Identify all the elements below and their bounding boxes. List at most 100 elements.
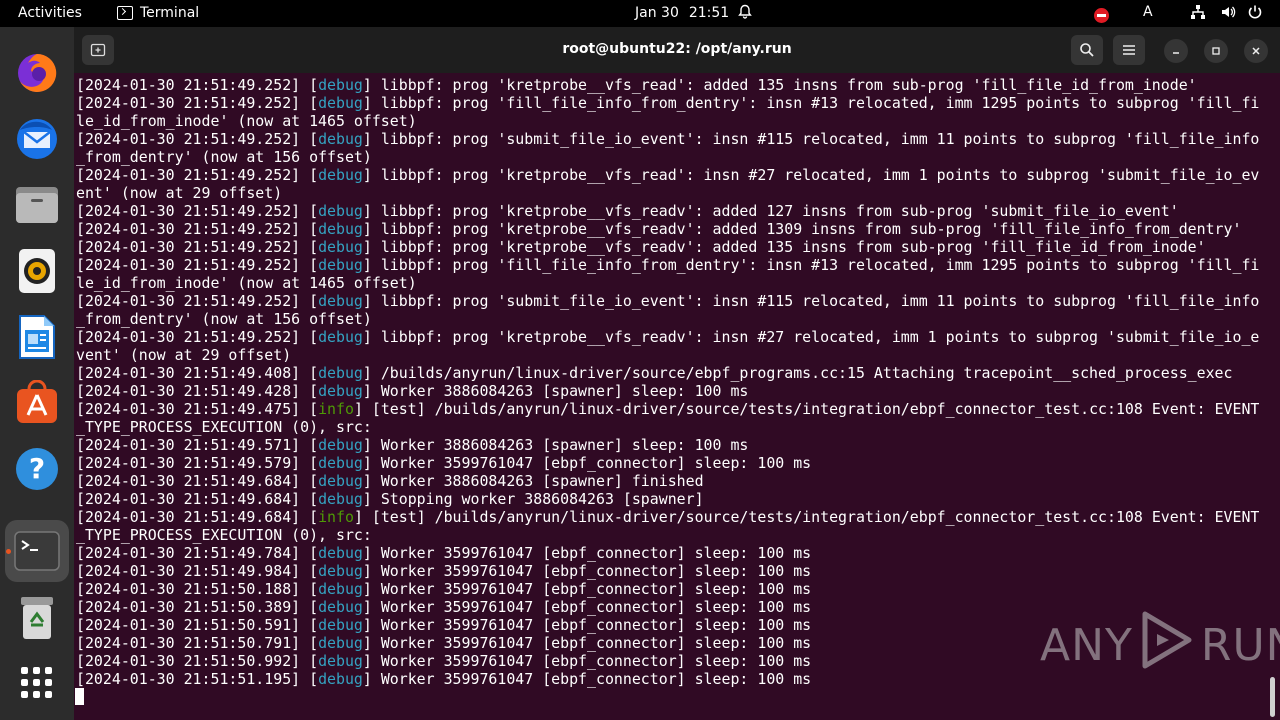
log-message: _TYPE_PROCESS_EXECUTION (0), src:	[76, 526, 372, 544]
log-message: Worker 3599761047 [ebpf_connector] sleep…	[371, 634, 812, 652]
log-message: Worker 3599761047 [ebpf_connector] sleep…	[371, 562, 812, 580]
log-level: debug	[318, 436, 363, 454]
svg-text:?: ?	[29, 452, 45, 485]
files-icon[interactable]	[5, 174, 69, 236]
log-timestamp: [2024-01-30 21:51:50.791]	[76, 634, 301, 652]
log-level: debug	[318, 652, 363, 670]
title-bar[interactable]: root@ubuntu22: /opt/any.run	[74, 27, 1280, 73]
help-icon[interactable]: ?	[5, 438, 69, 500]
log-timestamp: [2024-01-30 21:51:49.684]	[76, 472, 301, 490]
log-level: debug	[318, 616, 363, 634]
rhythmbox-icon[interactable]	[5, 240, 69, 302]
menu-button[interactable]	[1113, 35, 1145, 65]
log-message: Worker 3886084263 [spawner] sleep: 100 m…	[371, 382, 749, 400]
log-level: debug	[318, 472, 363, 490]
log-message: Worker 3599761047 [ebpf_connector] sleep…	[371, 544, 812, 562]
show-apps-icon[interactable]	[5, 652, 69, 714]
log-message: Stopping worker 3886084263 [spawner]	[371, 490, 704, 508]
top-bar: Activities Terminal Jan 30 21:51 A	[0, 0, 1280, 27]
log-timestamp: [2024-01-30 21:51:49.252]	[76, 76, 301, 94]
log-timestamp: [2024-01-30 21:51:49.252]	[76, 256, 301, 274]
volume-icon[interactable]	[1220, 4, 1236, 24]
log-level: debug	[318, 94, 363, 112]
input-source-indicator[interactable]: A	[1143, 4, 1153, 20]
clock[interactable]: Jan 30 21:51	[635, 5, 729, 21]
app-menu-label: Terminal	[140, 5, 200, 21]
log-level: debug	[318, 364, 363, 382]
activities-button[interactable]: Activities	[18, 5, 82, 21]
terminal-line: le_id_from_inode' (now at 1465 offset)	[76, 274, 1266, 292]
search-icon	[1080, 43, 1094, 57]
log-timestamp: [2024-01-30 21:51:49.252]	[76, 220, 301, 238]
terminal-line: [2024-01-30 21:51:49.684] [info] [test] …	[76, 508, 1260, 526]
terminal-line: _TYPE_PROCESS_EXECUTION (0), src:	[76, 526, 1266, 544]
power-icon[interactable]	[1247, 4, 1263, 24]
log-message: Worker 3886084263 [spawner] sleep: 100 m…	[371, 436, 749, 454]
log-message: _TYPE_PROCESS_EXECUTION (0), src:	[76, 418, 372, 436]
log-message: libbpf: prog 'kretprobe__vfs_readv': add…	[371, 220, 1242, 238]
log-message: libbpf: prog 'fill_file_info_from_dentry…	[371, 94, 1260, 112]
maximize-button[interactable]	[1204, 39, 1228, 63]
terminal-line: _from_dentry' (now at 156 offset)	[76, 148, 1266, 166]
terminal-line: [2024-01-30 21:51:49.252] [debug] libbpf…	[76, 238, 1206, 256]
log-timestamp: [2024-01-30 21:51:50.992]	[76, 652, 301, 670]
log-timestamp: [2024-01-30 21:51:49.684]	[76, 490, 301, 508]
log-message: le_id_from_inode' (now at 1465 offset)	[76, 112, 417, 130]
close-button[interactable]	[1244, 39, 1268, 63]
log-message: Worker 3886084263 [spawner] finished	[371, 472, 704, 490]
log-message: [test] /builds/anyrun/linux-driver/sourc…	[362, 400, 1260, 418]
minimize-button[interactable]	[1164, 39, 1188, 63]
writer-icon[interactable]	[5, 306, 69, 368]
log-level: debug	[318, 166, 363, 184]
thunderbird-icon[interactable]	[5, 108, 69, 170]
log-level: debug	[318, 382, 363, 400]
log-message: libbpf: prog 'submit_file_io_event': ins…	[371, 130, 1260, 148]
terminal-line: _TYPE_PROCESS_EXECUTION (0), src:	[76, 418, 1266, 436]
terminal-line: [2024-01-30 21:51:49.252] [debug] libbpf…	[76, 292, 1260, 310]
log-level: debug	[318, 238, 363, 256]
terminal-line: [2024-01-30 21:51:49.984] [debug] Worker…	[76, 562, 812, 580]
terminal-line: vent' (now at 29 offset)	[76, 346, 1266, 364]
terminal-line: le_id_from_inode' (now at 1465 offset)	[76, 112, 1266, 130]
log-message: _from_dentry' (now at 156 offset)	[76, 148, 372, 166]
terminal-line: ent' (now at 29 offset)	[76, 184, 1266, 202]
log-timestamp: [2024-01-30 21:51:49.571]	[76, 436, 301, 454]
log-message: Worker 3599761047 [ebpf_connector] sleep…	[371, 454, 812, 472]
log-message: Worker 3599761047 [ebpf_connector] sleep…	[371, 652, 812, 670]
log-level: info	[318, 508, 354, 526]
log-timestamp: [2024-01-30 21:51:49.252]	[76, 202, 301, 220]
log-level: debug	[318, 544, 363, 562]
terminal-icon[interactable]	[5, 520, 69, 582]
log-timestamp: [2024-01-30 21:51:49.784]	[76, 544, 301, 562]
log-message: libbpf: prog 'kretprobe__vfs_readv': add…	[371, 238, 1206, 256]
running-indicator	[6, 549, 11, 554]
anyrun-watermark: ANY RUN	[1040, 610, 1280, 681]
app-menu[interactable]: Terminal	[117, 5, 199, 21]
app-center-icon[interactable]	[5, 372, 69, 434]
log-level: debug	[318, 130, 363, 148]
log-message: [test] /builds/anyrun/linux-driver/sourc…	[362, 508, 1260, 526]
terminal-line: [2024-01-30 21:51:49.252] [debug] libbpf…	[76, 328, 1260, 346]
log-message: libbpf: prog 'kretprobe__vfs_read': insn…	[371, 166, 1260, 184]
log-timestamp: [2024-01-30 21:51:49.252]	[76, 130, 301, 148]
terminal-line: [2024-01-30 21:51:49.571] [debug] Worker…	[76, 436, 749, 454]
network-icon[interactable]	[1190, 4, 1206, 24]
log-message: libbpf: prog 'submit_file_io_event': ins…	[371, 292, 1260, 310]
log-level: debug	[318, 634, 363, 652]
scrollbar[interactable]	[1270, 677, 1275, 717]
log-message: libbpf: prog 'kretprobe__vfs_read': adde…	[371, 76, 1197, 94]
log-message: vent' (now at 29 offset)	[76, 346, 292, 364]
clock-date: Jan 30	[635, 5, 679, 21]
firefox-icon[interactable]	[5, 42, 69, 104]
watermark-left: ANY	[1040, 620, 1133, 671]
log-level: debug	[318, 328, 363, 346]
log-level: debug	[318, 256, 363, 274]
log-message: Worker 3599761047 [ebpf_connector] sleep…	[371, 616, 812, 634]
terminal-output[interactable]: [2024-01-30 21:51:49.252] [debug] libbpf…	[76, 76, 1266, 688]
trash-icon[interactable]	[5, 587, 69, 649]
log-level: debug	[318, 580, 363, 598]
hamburger-icon	[1123, 45, 1135, 55]
log-timestamp: [2024-01-30 21:51:50.591]	[76, 616, 301, 634]
search-button[interactable]	[1071, 35, 1103, 65]
log-timestamp: [2024-01-30 21:51:49.252]	[76, 292, 301, 310]
